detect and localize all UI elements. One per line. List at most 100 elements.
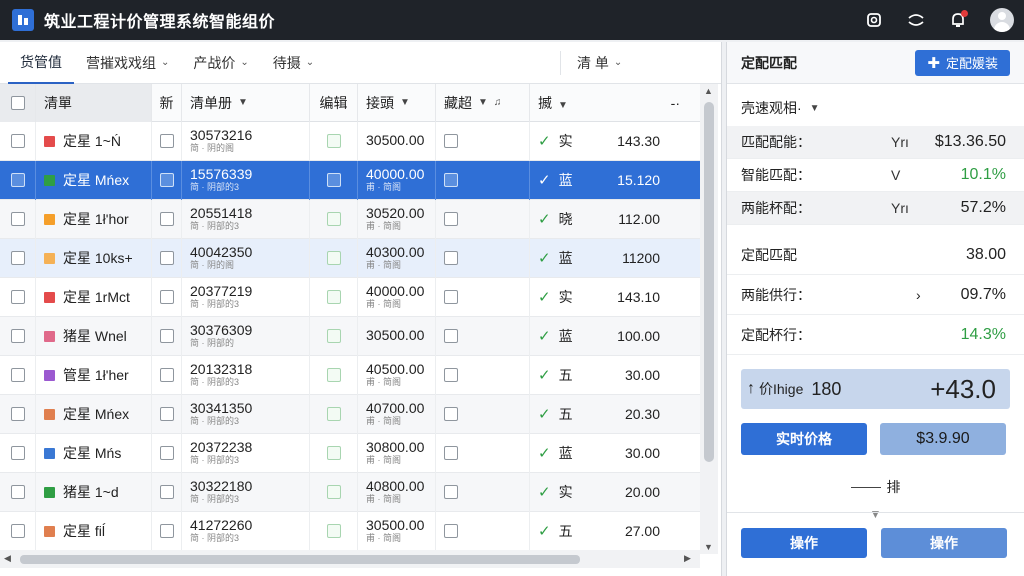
- check-cell[interactable]: [436, 394, 530, 434]
- edit-checkbox[interactable]: [326, 446, 341, 460]
- flag-cell[interactable]: [152, 160, 182, 200]
- match-checkbox[interactable]: [444, 446, 458, 460]
- row-checkbox[interactable]: [10, 251, 25, 265]
- scroll-up-icon[interactable]: ▲: [704, 86, 713, 96]
- check-cell[interactable]: [436, 511, 530, 551]
- header-cell[interactable]: 新: [152, 84, 182, 122]
- row-flag-checkbox[interactable]: [159, 407, 174, 421]
- table-row[interactable]: 猪星 1~d 30322180 简 · 阴部的3 40800.00 甫 · 简阁 ✓ 实 20…: [0, 472, 700, 512]
- flag-cell[interactable]: [152, 238, 182, 278]
- flag-cell[interactable]: [152, 472, 182, 512]
- flag-cell[interactable]: [152, 121, 182, 161]
- edit-cell[interactable]: [310, 394, 358, 434]
- table-row[interactable]: 猪星 Wnel 30376309 简 · 阴部的 30500.00 ✓ 蓝 100.00: [0, 316, 700, 356]
- flag-cell[interactable]: [152, 511, 182, 551]
- row-checkbox[interactable]: [10, 290, 25, 304]
- avatar[interactable]: [990, 8, 1014, 32]
- row-flag-checkbox[interactable]: [159, 251, 174, 265]
- row-checkbox[interactable]: [10, 407, 25, 421]
- match-checkbox[interactable]: [444, 407, 458, 421]
- more-icon[interactable]: -·: [671, 95, 680, 111]
- check-cell[interactable]: [436, 433, 530, 473]
- header-select-all[interactable]: [0, 84, 36, 122]
- table-row[interactable]: 定星 Mńs 20372238 简 · 阴部的3 30800.00 甫 · 简阁 ✓ 蓝 30…: [0, 433, 700, 473]
- table-row[interactable]: 定星 10ks+ 40042350 简 · 阴的阁 40300.00 甫 · 简阁 ✓ 蓝 1…: [0, 238, 700, 278]
- row-flag-checkbox[interactable]: [159, 329, 174, 343]
- check-cell[interactable]: [436, 160, 530, 200]
- scroll-left-icon[interactable]: ◀: [4, 553, 11, 564]
- flag-cell[interactable]: [152, 316, 182, 356]
- row-checkbox[interactable]: [10, 524, 25, 538]
- row-checkbox[interactable]: [10, 368, 25, 382]
- row-flag-checkbox[interactable]: [159, 485, 174, 499]
- header-cell[interactable]: 揻 ▼ -·: [530, 84, 690, 122]
- scroll-thumb[interactable]: [704, 102, 714, 462]
- row-select-cell[interactable]: [0, 433, 36, 473]
- table-row[interactable]: 定星 1rMct 20377219 简 · 阴部的3 40000.00 甫 · 简阁 ✓ 实…: [0, 277, 700, 317]
- price-button[interactable]: $3.9.90: [880, 423, 1006, 455]
- row-checkbox[interactable]: [10, 134, 25, 148]
- sync-icon[interactable]: [906, 10, 926, 30]
- table-row[interactable]: 管星 1ł'her 20132318 简 · 阴部的3 40500.00 甫 · 简阁 ✓…: [0, 355, 700, 395]
- edit-cell[interactable]: [310, 199, 358, 239]
- tab-1[interactable]: 营摧戏戏组 ⌄: [74, 42, 181, 84]
- row-select-cell[interactable]: [0, 511, 36, 551]
- row-flag-checkbox[interactable]: [159, 524, 174, 538]
- row-select-cell[interactable]: [0, 394, 36, 434]
- header-cell[interactable]: 接頭 ▼: [358, 84, 436, 122]
- row-checkbox[interactable]: [10, 173, 25, 187]
- edit-cell[interactable]: [310, 472, 358, 512]
- row-select-cell[interactable]: [0, 238, 36, 278]
- check-cell[interactable]: [436, 472, 530, 512]
- header-cell[interactable]: 清单册 ▼: [182, 84, 310, 122]
- row-select-cell[interactable]: [0, 160, 36, 200]
- flag-cell[interactable]: [152, 199, 182, 239]
- edit-cell[interactable]: [310, 355, 358, 395]
- tab-list-dropdown[interactable]: 清 单 ⌄: [565, 42, 634, 84]
- edit-checkbox[interactable]: [326, 368, 341, 382]
- match-checkbox[interactable]: [444, 485, 458, 499]
- edit-checkbox[interactable]: [326, 134, 341, 148]
- row-select-cell[interactable]: [0, 121, 36, 161]
- check-cell[interactable]: [436, 316, 530, 356]
- edit-checkbox[interactable]: [326, 407, 341, 421]
- row-select-cell[interactable]: [0, 472, 36, 512]
- row-flag-checkbox[interactable]: [159, 446, 174, 460]
- edit-cell[interactable]: [310, 277, 358, 317]
- row-checkbox[interactable]: [10, 446, 25, 460]
- check-cell[interactable]: [436, 355, 530, 395]
- row-checkbox[interactable]: [10, 485, 25, 499]
- row-select-cell[interactable]: [0, 355, 36, 395]
- edit-cell[interactable]: [310, 238, 358, 278]
- row-flag-checkbox[interactable]: [159, 212, 174, 226]
- edit-checkbox[interactable]: [326, 251, 341, 265]
- realtime-price-button[interactable]: 实时价格: [741, 423, 867, 455]
- table-row[interactable]: 定星 1ł'hor 20551418 简 · 阴部的3 30520.00 甫 · 简阁 ✓…: [0, 199, 700, 239]
- match-checkbox[interactable]: [444, 524, 458, 538]
- match-checkbox[interactable]: [444, 212, 458, 226]
- edit-cell[interactable]: [310, 433, 358, 473]
- edit-cell[interactable]: [310, 160, 358, 200]
- flag-cell[interactable]: [152, 277, 182, 317]
- edit-checkbox[interactable]: [326, 485, 341, 499]
- operate-button[interactable]: 操作: [741, 528, 867, 558]
- tab-2[interactable]: 产战价 ⌄: [181, 42, 260, 84]
- check-cell[interactable]: [436, 199, 530, 239]
- match-checkbox[interactable]: [444, 290, 458, 304]
- operate-button-2[interactable]: 操作: [881, 528, 1007, 558]
- scroll-down-icon[interactable]: ▼: [704, 542, 713, 552]
- row-flag-checkbox[interactable]: [159, 368, 174, 382]
- select-all-checkbox[interactable]: [10, 95, 25, 110]
- edit-checkbox[interactable]: [326, 173, 341, 187]
- tab-0[interactable]: 货管值: [8, 42, 74, 84]
- row-flag-checkbox[interactable]: [159, 173, 174, 187]
- match-checkbox[interactable]: [444, 251, 458, 265]
- add-match-button[interactable]: ✚ 定配媛装: [915, 49, 1010, 76]
- edit-cell[interactable]: [310, 121, 358, 161]
- table-row[interactable]: 定星 fiĺ 41272260 简 · 阴部的3 30500.00 甫 · 简阁 ✓ 五 27…: [0, 511, 700, 551]
- row-select-cell[interactable]: [0, 199, 36, 239]
- row-flag-checkbox[interactable]: [159, 134, 174, 148]
- bell-icon[interactable]: [948, 10, 968, 30]
- row-flag-checkbox[interactable]: [159, 290, 174, 304]
- header-cell[interactable]: 藏超 ▼ ♫: [436, 84, 530, 122]
